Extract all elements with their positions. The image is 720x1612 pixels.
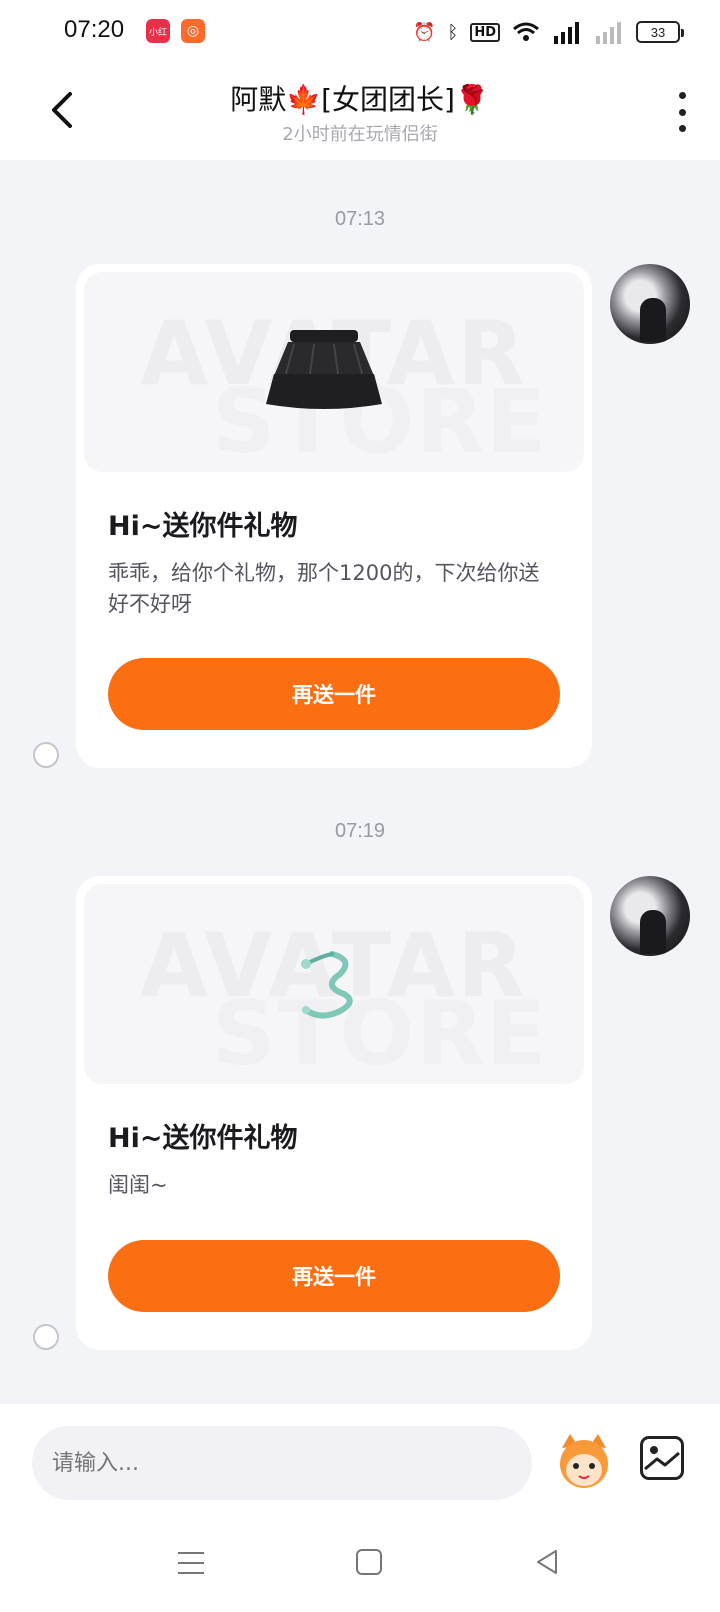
avatar[interactable] [610, 876, 690, 956]
menu-icon[interactable] [178, 1552, 204, 1574]
kuaishou-icon: ◎ [181, 19, 205, 43]
alarm-icon: ⏰ [413, 21, 436, 43]
image-icon [644, 1446, 680, 1471]
skirt-image [266, 330, 382, 409]
send-another-button[interactable]: 再送一件 [108, 1240, 560, 1312]
mascot-emoji-icon [560, 1434, 608, 1488]
signal-icon [594, 20, 624, 44]
select-radio[interactable] [33, 742, 59, 768]
gift-image[interactable]: AVATAR STORE [84, 272, 584, 472]
xiaohongshu-icon: 小红 [146, 19, 170, 43]
message-input[interactable] [32, 1426, 532, 1500]
home-icon[interactable] [356, 1549, 382, 1575]
avatar[interactable] [610, 264, 690, 344]
message-timestamp: 07:13 [334, 208, 386, 230]
gift-title: Hi~送你件礼物 [108, 511, 298, 542]
status-time: 07:20 [64, 16, 125, 43]
emoji-button[interactable] [554, 1430, 614, 1492]
gift-card: AVATAR STORE Hi~送你件礼物 乖乖，给你个礼物，那个1200的，下… [76, 264, 592, 768]
more-dot-icon [678, 108, 686, 116]
select-radio[interactable] [33, 1324, 59, 1350]
chat-subtitle: 2小时前在玩情侣街 [282, 124, 438, 145]
gift-message: 闺闺~ [108, 1173, 168, 1197]
message-timestamp: 07:19 [334, 820, 386, 842]
chat-header: 阿默🍁[女团团长]🌹 2小时前在玩情侣街 [0, 64, 720, 160]
more-menu-button[interactable] [674, 92, 690, 132]
input-bar [0, 1404, 720, 1612]
gift-card: AVATAR STORE Hi~送你件礼物 闺闺~ 再送一件 [76, 876, 592, 1350]
gift-message: 乖乖，给你个礼物，那个1200的，下次给你送好不好呀 [108, 561, 540, 616]
wifi-icon [512, 21, 540, 43]
more-dot-icon [678, 125, 686, 132]
dragon-ring-image [301, 951, 353, 1019]
back-triangle-icon[interactable] [534, 1548, 560, 1576]
watermark-text: STORE [212, 982, 549, 1084]
chat-title: 阿默🍁[女团团长]🌹 [230, 83, 490, 116]
bluetooth-icon: ᛒ [447, 21, 459, 43]
status-bar: 07:20 小红 ◎ ⏰ ᛒ HD 33 [0, 0, 720, 64]
hd-icon: HD [470, 22, 500, 42]
image-picker-button[interactable] [640, 1436, 684, 1480]
signal-5g-icon [552, 20, 582, 44]
send-another-button[interactable]: 再送一件 [108, 658, 560, 730]
system-nav-bar [0, 1542, 720, 1602]
battery-indicator: 33 [636, 21, 684, 43]
gift-title: Hi~送你件礼物 [108, 1123, 298, 1154]
more-dot-icon [678, 92, 686, 99]
status-indicators: ⏰ ᛒ HD 33 [413, 18, 684, 46]
gift-image[interactable]: AVATAR STORE [84, 884, 584, 1084]
